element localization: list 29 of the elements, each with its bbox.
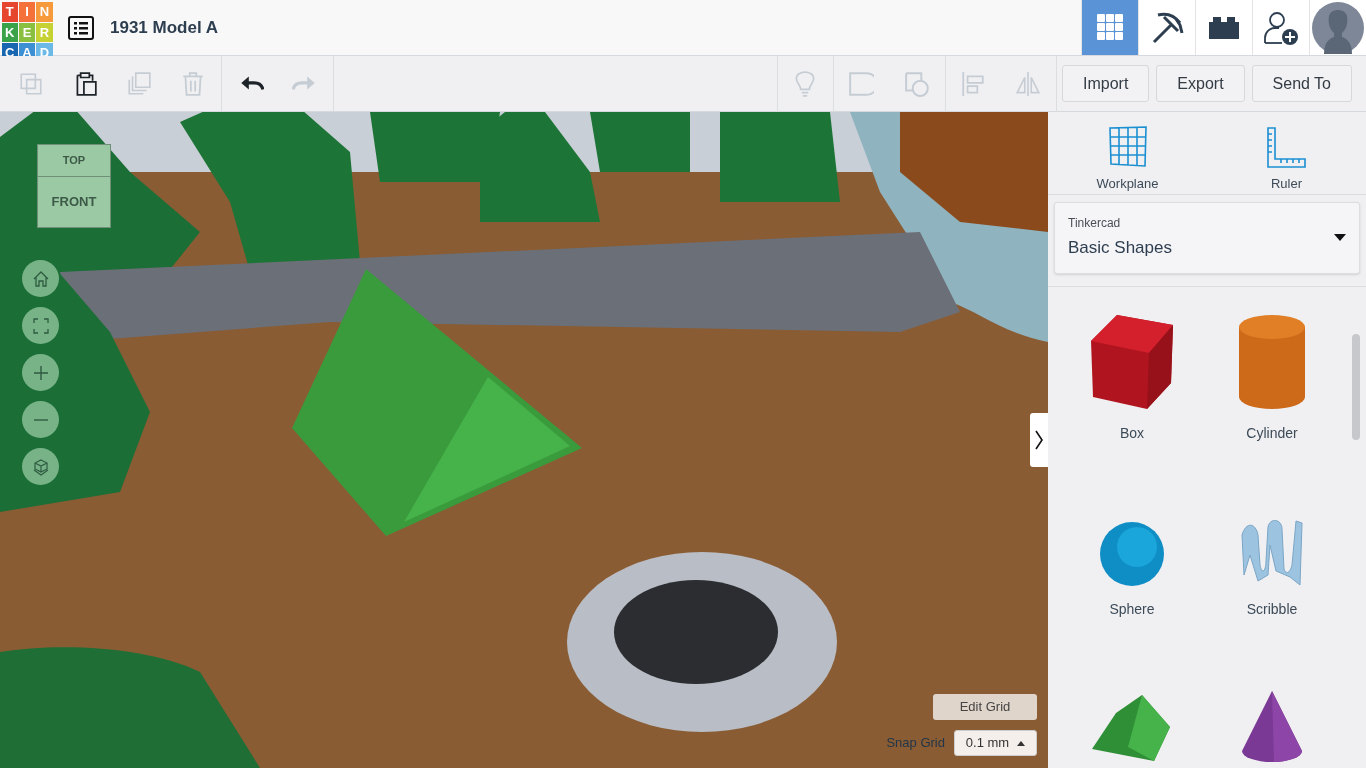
library-group-label: Tinkercad (1068, 215, 1122, 233)
library-dropdown[interactable]: Tinkercad Basic Shapes (1054, 201, 1360, 274)
view-cube[interactable]: TOP FRONT (37, 144, 111, 228)
shape-label: Scribble (1246, 599, 1298, 619)
view-cube-front-label: FRONT (50, 193, 98, 212)
invite-user-icon[interactable] (1252, 0, 1309, 55)
shape-label: Sphere (1109, 599, 1155, 619)
caret-icon (1017, 740, 1026, 746)
collapse-panel-icon[interactable] (1030, 413, 1048, 467)
shape-label: Box (1119, 423, 1145, 443)
design-title[interactable]: 1931 Model A (110, 14, 219, 41)
brick-icon[interactable] (1195, 0, 1252, 55)
edit-grid-button[interactable]: Edit Grid (933, 694, 1037, 720)
library-name: Basic Shapes (1068, 237, 1173, 260)
ruler-icon (1266, 126, 1307, 168)
pickaxe-icon[interactable] (1138, 0, 1195, 55)
ruler-tool-button[interactable]: Ruler (1207, 112, 1366, 194)
view-cube-top-label: TOP (38, 145, 110, 177)
shape-label: Cylinder (1246, 423, 1298, 443)
action-button[interactable]: Import (1062, 65, 1150, 102)
user-avatar[interactable] (1309, 0, 1366, 55)
action-button[interactable]: Send To (1251, 65, 1352, 102)
design-list-icon[interactable] (68, 15, 94, 40)
caret-icon (1334, 234, 1346, 241)
snap-grid-dropdown[interactable]: 0.1 mm (954, 730, 1037, 756)
scrollbar-thumb[interactable] (1352, 334, 1360, 440)
workplane-icon (1107, 126, 1148, 168)
workplane-tool-button[interactable]: Workplane (1048, 112, 1207, 194)
action-button[interactable]: Export (1156, 65, 1245, 102)
